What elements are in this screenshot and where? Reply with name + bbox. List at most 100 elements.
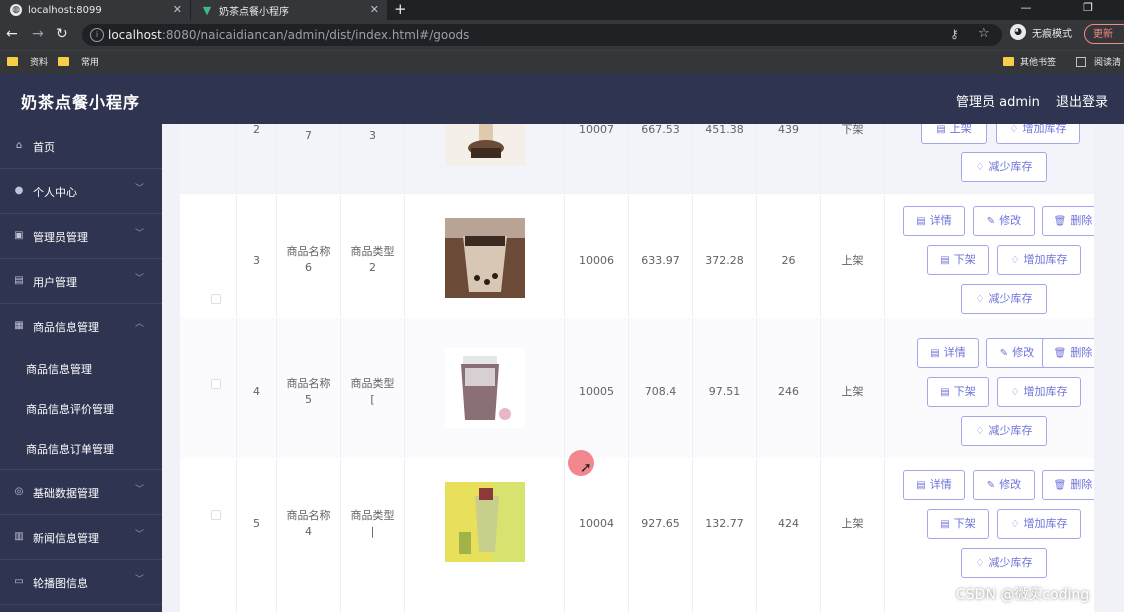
reduce-stock-button[interactable]: ♢ 减少库存 [961, 284, 1047, 314]
sidebar-item-news[interactable]: ▥ 新闻信息管理 ﹀ [0, 515, 162, 560]
sidebar: ⌂ 首页 ● 个人中心 ﹀ ▣ 管理员管理 ﹀ ▤ 用户管理 ﹀ ▦ 商品信息管… [0, 124, 162, 612]
chevron-down-icon: ﹀ [134, 274, 144, 284]
document-icon: ▤ [940, 387, 950, 398]
detail-button[interactable]: ▤ 详情 [917, 338, 979, 368]
close-icon[interactable]: ✕ [173, 3, 182, 16]
add-stock-button[interactable]: ♢ 增加库存 [997, 377, 1081, 407]
update-button[interactable]: 更新 [1084, 24, 1124, 44]
trash-icon: 🗑 [1053, 480, 1067, 491]
detail-button[interactable]: ▤ 详情 [903, 206, 965, 236]
url-text: localhost:8080/naicaidiancan/admin/dist/… [108, 28, 470, 42]
sidebar-item-users[interactable]: ▤ 用户管理 ﹀ [0, 259, 162, 304]
chevron-down-icon: ﹀ [134, 229, 144, 239]
delete-button[interactable]: 🗑 删除 [1042, 338, 1094, 368]
forward-icon[interactable]: → [32, 26, 44, 42]
bulb-icon: ♢ [975, 426, 985, 437]
sidebar-subitem-goods[interactable]: 商品信息管理 [0, 349, 162, 389]
edit-icon: ✎ [986, 216, 996, 227]
close-icon[interactable]: ✕ [370, 3, 379, 16]
reduce-stock-button[interactable]: ♢ 减少库存 [961, 416, 1047, 446]
folder-icon [7, 57, 18, 66]
edit-button[interactable]: ✎ 修改 [973, 470, 1035, 500]
app-header: 奶茶点餐小程序 管理员 admin 退出登录 [0, 74, 1124, 124]
folder-icon [58, 57, 69, 66]
users-icon: ▤ [14, 275, 24, 286]
address-bar: ← → ↻ i localhost:8080/naicaidiancan/adm… [0, 20, 1124, 50]
reduce-stock-button[interactable]: ♢ 减少库存 [961, 548, 1047, 578]
document-icon: ▤ [930, 348, 940, 359]
new-tab-button[interactable]: + [394, 0, 407, 18]
bookmarks-bar: 资料 常用 其他书签 阅读清 [0, 50, 1124, 74]
tab-title: localhost:8099 [28, 4, 102, 16]
edit-button[interactable]: ✎ 修改 [973, 206, 1035, 236]
table-row: 3 商品名称 6 商品类型 2 10006 633.97 372.28 26 上… [180, 196, 1094, 316]
document-icon: ▤ [940, 519, 950, 530]
add-stock-button[interactable]: ♢ 增加库存 [996, 124, 1080, 144]
key-icon[interactable]: ⚷ [950, 27, 959, 41]
chevron-down-icon: ﹀ [134, 530, 144, 540]
reduce-stock-button[interactable]: ♢ 减少库存 [961, 152, 1047, 182]
browser-tab-2[interactable]: ▼ 奶茶点餐小程序 ✕ [190, 0, 387, 20]
admin-icon: ▣ [14, 230, 24, 241]
row-checkbox[interactable] [211, 379, 221, 389]
restore-icon[interactable]: ❐ [1070, 0, 1106, 20]
browser-tab-1[interactable]: ◍ localhost:8099 ✕ [0, 0, 190, 20]
row-checkbox[interactable] [211, 294, 221, 304]
off-shelf-button[interactable]: ▤ 上架 [921, 124, 987, 144]
bookmark-folder[interactable]: 资料 [7, 55, 48, 68]
minimize-icon[interactable]: — [1008, 0, 1044, 20]
sidebar-item-carousel[interactable]: ▭ 轮播图信息 ﹀ [0, 560, 162, 605]
vue-icon: ▼ [202, 3, 212, 17]
home-icon: ⌂ [15, 140, 23, 151]
star-icon[interactable]: ☆ [978, 26, 990, 41]
url-input[interactable]: i localhost:8080/naicaidiancan/admin/dis… [82, 24, 1002, 46]
off-shelf-button[interactable]: ▤ 下架 [927, 509, 989, 539]
off-shelf-button[interactable]: ▤ 下架 [927, 377, 989, 407]
document-icon: ▤ [916, 216, 926, 227]
reload-icon[interactable]: ↻ [56, 26, 68, 42]
add-stock-button[interactable]: ♢ 增加库存 [997, 245, 1081, 275]
off-shelf-button[interactable]: ▤ 下架 [927, 245, 989, 275]
click-indicator: ➚ [568, 450, 594, 476]
sidebar-subitem-reviews[interactable]: 商品信息评价管理 [0, 389, 162, 429]
detail-button[interactable]: ▤ 详情 [903, 470, 965, 500]
news-icon: ▥ [14, 531, 24, 542]
edit-icon: ✎ [986, 480, 996, 491]
chevron-down-icon: ﹀ [134, 184, 144, 194]
sidebar-item-admin[interactable]: ▣ 管理员管理 ﹀ [0, 214, 162, 259]
sidebar-item-basic-data[interactable]: ◎ 基础数据管理 ﹀ [0, 470, 162, 515]
row-checkbox[interactable] [211, 510, 221, 520]
document-icon: ▤ [936, 124, 946, 135]
table-row: 4 商品名称 5 商品类型 [ 10005 708.4 97.51 246 上架… [180, 318, 1094, 458]
trash-icon: 🗑 [1053, 216, 1067, 227]
watermark: CSDN @微实coding [956, 587, 1090, 603]
admin-label: 管理员 admin [956, 95, 1040, 110]
add-stock-button[interactable]: ♢ 增加库存 [997, 509, 1081, 539]
chevron-down-icon: ﹀ [134, 485, 144, 495]
bulb-icon: ♢ [975, 558, 985, 569]
chevron-up-icon: ︿ [134, 319, 144, 329]
back-icon[interactable]: ← [6, 26, 18, 42]
edit-button[interactable]: ✎ 修改 [986, 338, 1048, 368]
bookmark-folder[interactable]: 常用 [58, 55, 99, 68]
document-icon: ▤ [940, 255, 950, 266]
other-bookmarks[interactable]: 其他书签 [1003, 55, 1056, 68]
sidebar-item-goods[interactable]: ▦ 商品信息管理 ︿ [0, 304, 162, 349]
delete-button[interactable]: 🗑 删除 [1042, 470, 1094, 500]
tab-title: 奶茶点餐小程序 [219, 6, 289, 18]
bulb-icon: ♢ [1010, 387, 1020, 398]
bulb-icon: ♢ [975, 294, 985, 305]
sidebar-item-profile[interactable]: ● 个人中心 ﹀ [0, 169, 162, 214]
carousel-icon: ▭ [14, 576, 24, 587]
table-row: 2 7 3 10007 667.53 451.38 439 下架 ▤ 上架 ♢ 增加… [180, 124, 1094, 194]
reading-list[interactable]: 阅读清 [1076, 55, 1121, 68]
info-icon[interactable]: i [90, 28, 104, 42]
sidebar-item-home[interactable]: ⌂ 首页 [0, 124, 162, 169]
sidebar-subitem-orders[interactable]: 商品信息订单管理 [0, 429, 162, 470]
app-title: 奶茶点餐小程序 [21, 93, 141, 112]
logout-link[interactable]: 退出登录 [1056, 91, 1108, 110]
incognito-indicator[interactable]: ◕ 无痕模式 [1010, 24, 1072, 40]
delete-button[interactable]: 🗑 删除 [1042, 206, 1094, 236]
document-icon: ▤ [916, 480, 926, 491]
data-icon: ◎ [14, 486, 24, 497]
